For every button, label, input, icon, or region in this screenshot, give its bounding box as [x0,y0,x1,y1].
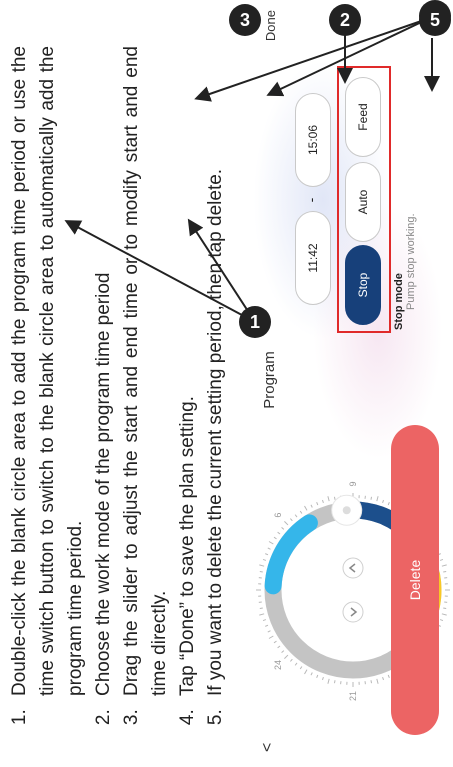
callout-badge-1: 1 [239,306,271,338]
callout-badge-2: 2 [329,4,361,36]
callout-arrows [64,17,440,323]
callout-arrow-1a [187,218,256,323]
callout-arrow-1b [64,220,256,323]
callout-badge-5: 5 [419,4,451,36]
callout-badge-3: 3 [229,4,261,36]
